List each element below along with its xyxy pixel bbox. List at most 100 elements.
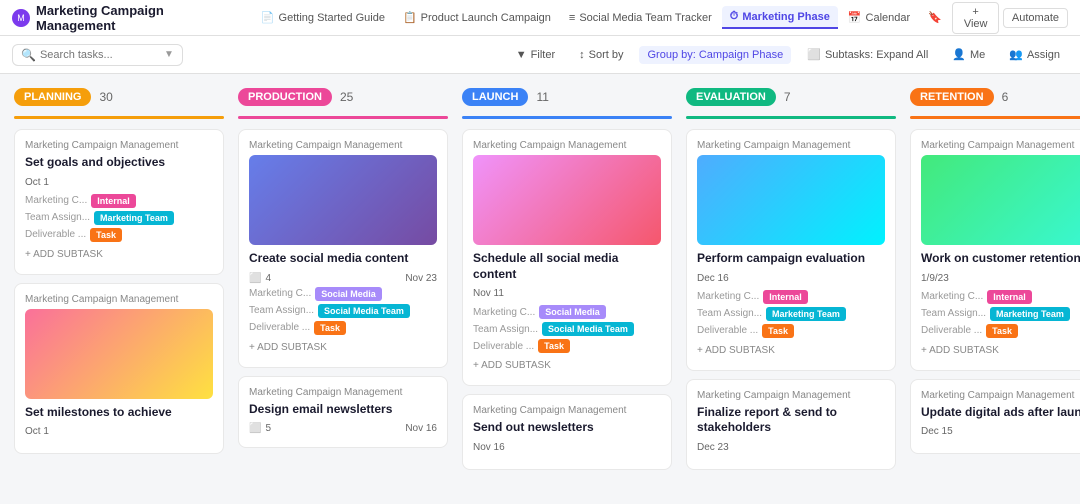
assign-icon: 👥 <box>1009 48 1023 61</box>
assign-button[interactable]: 👥 Assign <box>1001 45 1068 64</box>
sort-button[interactable]: ↕ Sort by <box>571 46 631 64</box>
col-count-evaluation: 7 <box>784 90 791 104</box>
col-line-evaluation <box>686 116 896 119</box>
card-tags-row3: Deliverable ... Task <box>249 321 437 335</box>
card-r2[interactable]: Marketing Campaign Management Update digi… <box>910 379 1080 455</box>
card-e1[interactable]: Marketing Campaign ManagementPerform cam… <box>686 129 896 371</box>
user-icon: 👤 <box>952 48 966 61</box>
add-subtask-button[interactable]: + ADD SUBTASK <box>249 338 437 357</box>
column-planning: PLANNING 30 Marketing Campaign Managemen… <box>14 88 224 490</box>
row2-label: Team Assign... <box>25 212 90 223</box>
card-tags-row3: Deliverable ... Task <box>25 228 213 242</box>
card-tags-row2: Team Assign... Marketing Team <box>697 307 885 321</box>
add-subtask-button[interactable]: + ADD SUBTASK <box>697 341 885 360</box>
card-image <box>25 309 213 399</box>
row3-label: Deliverable ... <box>25 229 86 240</box>
subtask-count: 5 <box>265 423 271 434</box>
col-count-production: 25 <box>340 90 353 104</box>
card-l2[interactable]: Marketing Campaign ManagementSend out ne… <box>462 394 672 470</box>
col-line-production <box>238 116 448 119</box>
card-tags-row2: Team Assign... Social Media Team <box>249 304 437 318</box>
tab-marketing-phase[interactable]: ⏱ Marketing Phase <box>722 6 838 29</box>
card-tags-row1: Marketing C... Internal <box>697 290 885 304</box>
card-title: Design email newsletters <box>249 402 437 418</box>
tab-ref[interactable]: 🔖 Ref: <box>920 7 946 28</box>
me-button[interactable]: 👤 Me <box>944 45 993 64</box>
tag-social-media: Social Media <box>315 287 382 301</box>
tag-task: Task <box>986 324 1018 338</box>
tag-marketing-team: Marketing Team <box>766 307 846 321</box>
card-date: Dec 16 <box>697 273 885 284</box>
card-title: Create social media content <box>249 251 437 267</box>
card-title: Finalize report & send to stakeholders <box>697 405 885 436</box>
tab-calendar[interactable]: 📅 Calendar <box>840 7 918 28</box>
col-badge-production: PRODUCTION <box>238 88 332 106</box>
row2-label: Team Assign... <box>473 324 538 335</box>
add-subtask-button[interactable]: + ADD SUBTASK <box>473 356 661 375</box>
col-line-launch <box>462 116 672 119</box>
card-title: Set milestones to achieve <box>25 405 213 421</box>
card-title: Update digital ads after launch <box>921 405 1080 421</box>
card-l1[interactable]: Marketing Campaign ManagementSchedule al… <box>462 129 672 386</box>
card-meta: Marketing Campaign Management <box>921 140 1080 151</box>
col-header-production: PRODUCTION 25 <box>238 88 448 106</box>
app-title: Marketing Campaign Management <box>36 3 239 33</box>
card-date: Nov 23 <box>405 273 437 284</box>
col-line-planning <box>14 116 224 119</box>
row2-label: Team Assign... <box>921 308 986 319</box>
add-subtask-button[interactable]: + ADD SUBTASK <box>921 341 1080 360</box>
col-count-launch: 11 <box>536 90 548 104</box>
tag-social-media-team: Social Media Team <box>318 304 410 318</box>
row2-label: Team Assign... <box>249 305 314 316</box>
card-p1[interactable]: Marketing Campaign ManagementSet goals a… <box>14 129 224 275</box>
col-header-launch: LAUNCH 11 <box>462 88 672 106</box>
card-tags-row2: Team Assign... Marketing Team <box>25 211 213 225</box>
sort-icon: ↕ <box>579 49 585 61</box>
tag-task: Task <box>538 339 570 353</box>
subtask-row: ⬜ 5 Nov 16 <box>249 423 437 434</box>
card-image <box>473 155 661 245</box>
card-tags-row3: Deliverable ... Task <box>697 324 885 338</box>
card-meta: Marketing Campaign Management <box>921 390 1080 401</box>
filter-button[interactable]: ▼ Filter <box>508 46 563 64</box>
tab-social-media-tracker[interactable]: ≡ Social Media Team Tracker <box>561 8 720 28</box>
card-pr1[interactable]: Marketing Campaign ManagementCreate soci… <box>238 129 448 368</box>
tag-task: Task <box>314 321 346 335</box>
card-meta: Marketing Campaign Management <box>697 390 885 401</box>
card-e2[interactable]: Marketing Campaign Management Finalize re… <box>686 379 896 470</box>
add-subtask-button[interactable]: + ADD SUBTASK <box>25 245 213 264</box>
view-button[interactable]: + View <box>952 2 999 34</box>
tag-internal: Internal <box>763 290 808 304</box>
card-date: Nov 11 <box>473 288 661 299</box>
doc-icon: 📄 <box>261 11 275 24</box>
card-pr2[interactable]: Marketing Campaign ManagementDesign emai… <box>238 376 448 449</box>
grid-icon: ≡ <box>569 12 575 24</box>
search-icon: 🔍 <box>21 48 36 62</box>
card-date: Oct 1 <box>25 426 213 437</box>
search-input[interactable] <box>40 49 160 61</box>
row1-label: Marketing C... <box>697 291 759 302</box>
col-count-retention: 6 <box>1002 90 1009 104</box>
board: PLANNING 30 Marketing Campaign Managemen… <box>0 74 1080 504</box>
tab-getting-started[interactable]: 📄 Getting Started Guide <box>253 7 393 28</box>
card-p2[interactable]: Marketing Campaign ManagementSet milesto… <box>14 283 224 455</box>
card-date: 1/9/23 <box>921 273 1080 284</box>
tag-social-media: Social Media <box>539 305 606 319</box>
card-date: Oct 1 <box>25 177 213 188</box>
calendar-icon: 📅 <box>848 11 862 24</box>
group-button[interactable]: Group by: Campaign Phase <box>639 46 791 64</box>
card-date: Dec 15 <box>921 426 1080 437</box>
subtask-count: 4 <box>265 273 271 284</box>
card-title: Set goals and objectives <box>25 155 213 171</box>
search-box[interactable]: 🔍 ▼ <box>12 44 183 66</box>
card-r1[interactable]: Marketing Campaign ManagementWork on cus… <box>910 129 1080 371</box>
top-nav: M Marketing Campaign Management 📄 Gettin… <box>0 0 1080 36</box>
subtask-row: ⬜ 4 Nov 23 <box>249 273 437 284</box>
row1-label: Marketing C... <box>249 288 311 299</box>
subtask-icon: ⬜ <box>249 423 261 434</box>
subtasks-button[interactable]: ⬜ Subtasks: Expand All <box>799 45 936 64</box>
tab-product-launch[interactable]: 📋 Product Launch Campaign <box>395 7 559 28</box>
card-image <box>697 155 885 245</box>
automate-button[interactable]: Automate <box>1003 8 1068 28</box>
col-badge-evaluation: EVALUATION <box>686 88 776 106</box>
